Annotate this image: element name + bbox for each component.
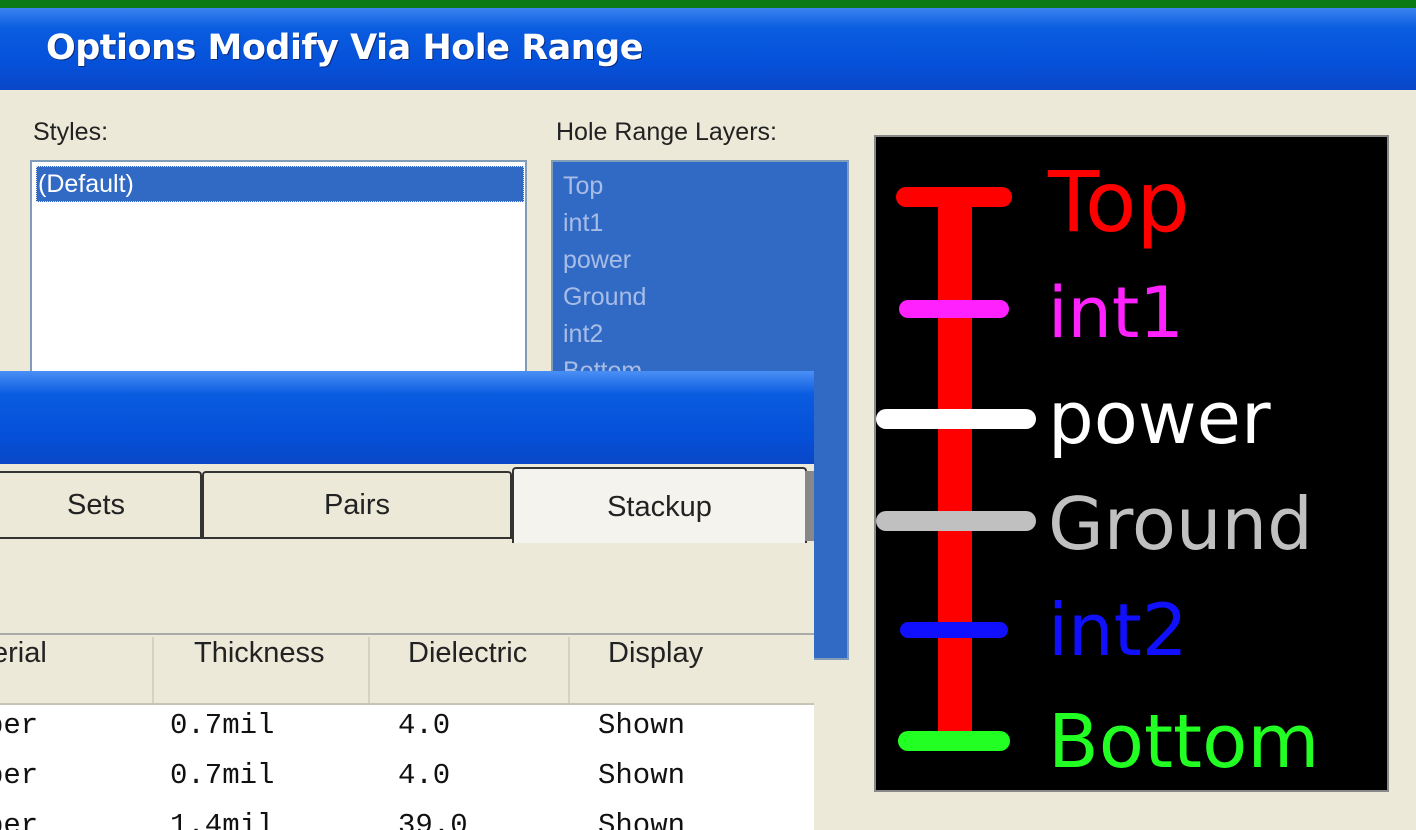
stackup-table-header: erial Thickness Dielectric Display <box>0 637 814 705</box>
tab-stackup[interactable]: Stackup <box>512 467 807 543</box>
cell-material: per <box>0 759 39 792</box>
options-dialog-titlebar[interactable]: Options Modify Via Hole Range <box>0 8 1416 90</box>
layers-dialog-titlebar[interactable] <box>0 371 814 464</box>
cell-display: Shown <box>598 809 686 830</box>
styles-label: Styles: <box>33 118 109 146</box>
stackup-table[interactable]: erial Thickness Dielectric Display per 0… <box>0 637 814 830</box>
cell-display: Shown <box>598 709 686 742</box>
column-header-display[interactable]: Display <box>570 637 814 703</box>
column-header-material[interactable]: erial <box>0 637 154 703</box>
hole-layer-item-int1[interactable]: int1 <box>563 205 847 242</box>
column-header-thickness[interactable]: Thickness <box>154 637 370 703</box>
styles-item-default[interactable]: (Default) <box>36 166 524 202</box>
hole-layer-item-ground[interactable]: Ground <box>563 279 847 316</box>
table-row[interactable]: per 0.7mil 4.0 Shown <box>0 759 814 805</box>
column-header-dielectric[interactable]: Dielectric <box>370 637 570 703</box>
table-row[interactable]: per 0.7mil 4.0 Shown <box>0 709 814 755</box>
preview-label-int2: int2 <box>1048 588 1188 672</box>
options-dialog-title: Options Modify Via Hole Range <box>46 28 643 68</box>
hole-range-layers-label: Hole Range Layers: <box>556 118 777 146</box>
cell-material: per <box>0 709 39 742</box>
tab-pairs-label: Pairs <box>323 489 391 521</box>
styles-listbox[interactable]: (Default) <box>30 160 527 390</box>
tab-sets-label: Sets <box>66 489 126 521</box>
via-barrel <box>938 197 972 747</box>
cell-dielectric: 4.0 <box>398 709 451 742</box>
cell-dielectric: 39.0 <box>398 809 468 830</box>
preview-label-int1: int1 <box>1048 272 1184 354</box>
tab-strip-divider <box>0 537 512 539</box>
hole-layer-item-power[interactable]: power <box>563 242 847 279</box>
cell-thickness: 0.7mil <box>170 709 275 742</box>
cell-material: per <box>0 809 39 830</box>
cell-thickness: 0.7mil <box>170 759 275 792</box>
preview-label-power: power <box>1048 376 1271 460</box>
hole-layer-item-int2[interactable]: int2 <box>563 316 847 353</box>
via-preview-panel: Top int1 power Ground int2 Bottom <box>874 135 1389 792</box>
via-preview-graphic: Top int1 power Ground int2 Bottom <box>876 153 1319 785</box>
table-top-border <box>0 633 814 635</box>
tab-sets[interactable]: Sets <box>0 471 202 537</box>
cell-thickness: 1.4mil <box>170 809 275 830</box>
preview-label-top: Top <box>1047 153 1190 251</box>
layers-dialog: Sets Pairs Stackup erial Thickness Diele… <box>0 371 814 830</box>
hole-layer-item-top[interactable]: Top <box>563 168 847 205</box>
tab-stackup-label: Stackup <box>607 491 712 523</box>
cell-display: Shown <box>598 759 686 792</box>
tab-strip-edge <box>805 471 814 541</box>
preview-label-bottom: Bottom <box>1048 699 1319 785</box>
cell-dielectric: 4.0 <box>398 759 451 792</box>
tab-pairs[interactable]: Pairs <box>202 471 512 537</box>
table-row[interactable]: per 1.4mil 39.0 Shown <box>0 809 814 830</box>
preview-label-ground: Ground <box>1048 482 1313 566</box>
